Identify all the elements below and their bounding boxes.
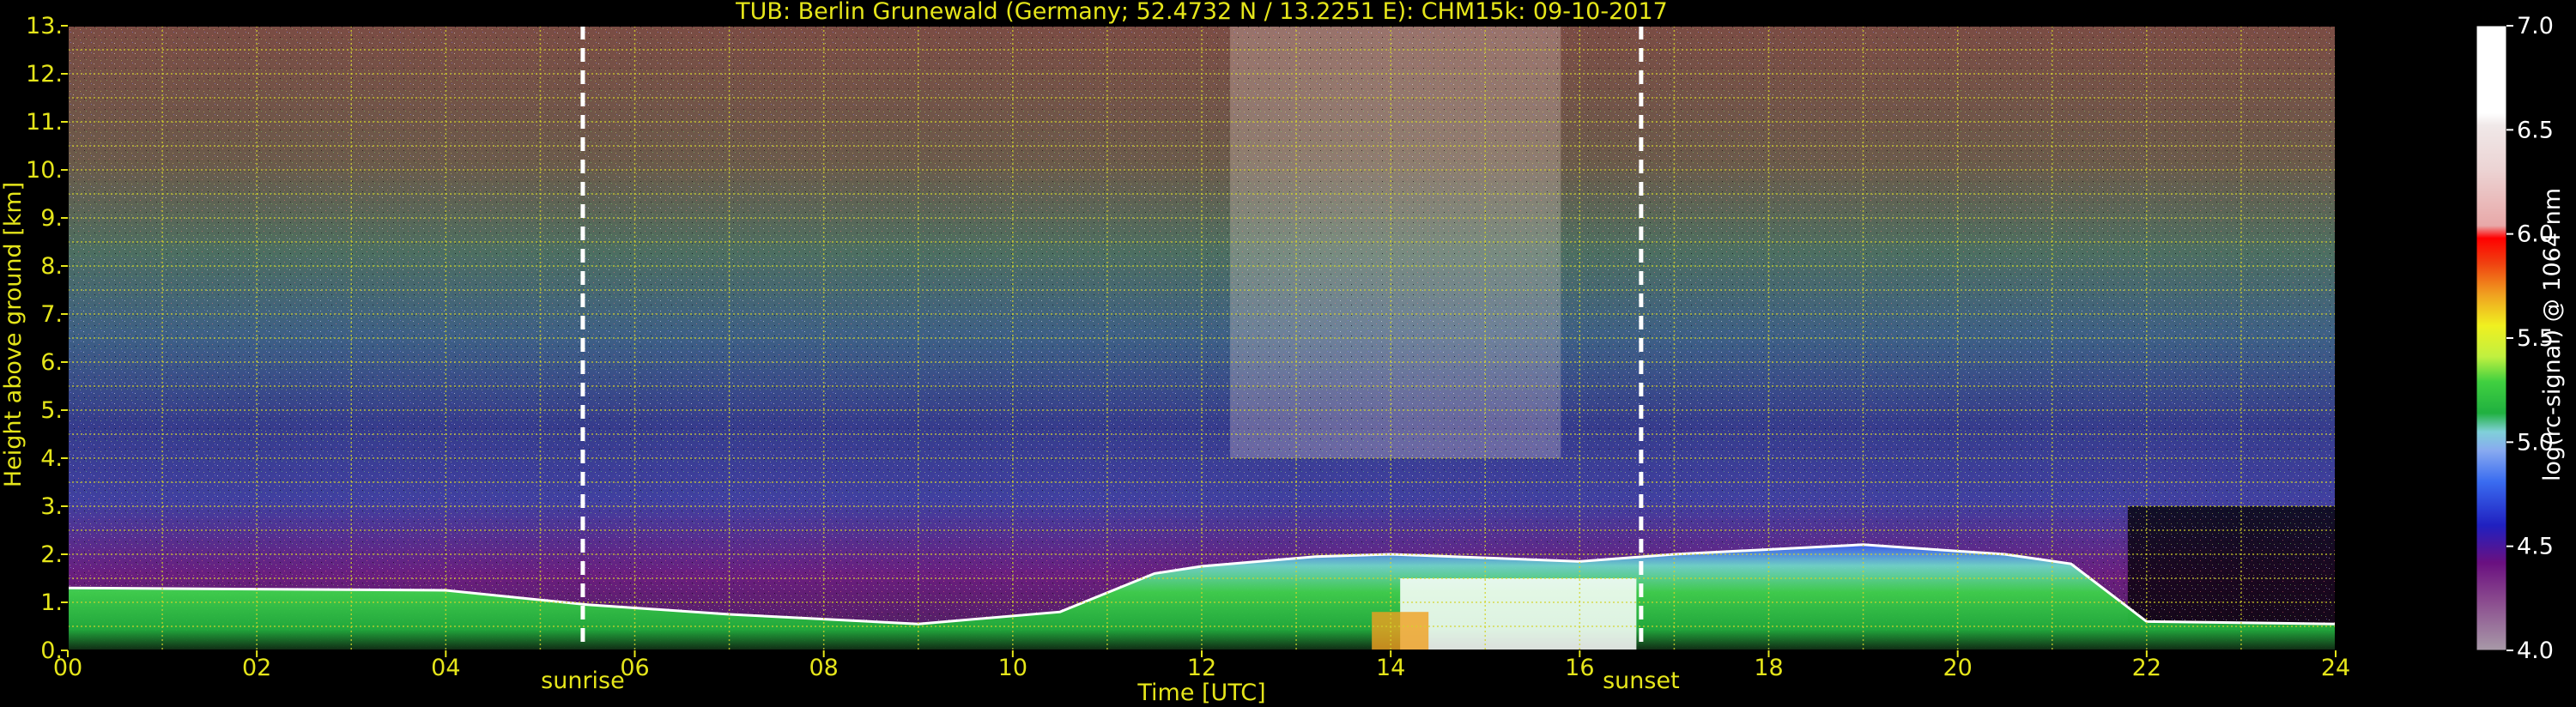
x-tick-label: 08 [809, 655, 838, 681]
event-label-sunrise: sunrise [541, 668, 625, 694]
colorbar-gradient [2476, 26, 2506, 650]
chart-title: TUB: Berlin Grunewald (Germany; 52.4732 … [735, 0, 1668, 25]
y-tick-label: 4. [40, 445, 63, 472]
x-tick-label: 02 [242, 655, 271, 681]
colorbar-tick-label: 4.5 [2517, 534, 2554, 560]
lidar-chart: sunrise sunset 00 02 04 06 08 10 12 14 16 18 20 22 24… [0, 0, 2566, 706]
x-tick-label: 06 [620, 655, 649, 681]
y-tick-label: 11. [26, 109, 63, 136]
x-tick-label: 10 [998, 655, 1027, 681]
y-tick-label: 9. [40, 205, 63, 232]
colorbar-tick-label: 7.0 [2517, 13, 2554, 39]
colorbar-tick-label: 6.5 [2517, 117, 2554, 143]
y-tick-label: 0. [40, 638, 63, 664]
x-tick-label: 04 [431, 655, 460, 681]
y-tick-label: 5. [40, 397, 63, 424]
y-tick-label: 6. [40, 349, 63, 376]
afternoon-cloud-signal [1400, 578, 1637, 650]
aerosol-hotspot [1372, 612, 1429, 650]
colorbar-label: log(rc-signal) @ 1064 nm [2539, 188, 2566, 481]
colorbar-tick-label: 4.0 [2517, 638, 2554, 664]
event-label-sunset: sunset [1603, 668, 1680, 694]
y-tick-label: 13. [26, 13, 63, 39]
y-tick-label: 3. [40, 493, 63, 520]
x-tick-label: 16 [1565, 655, 1594, 681]
y-tick-label: 10. [26, 157, 63, 184]
x-tick-label: 18 [1754, 655, 1783, 681]
y-tick-label: 2. [40, 541, 63, 568]
y-axis-label: Height above ground [km] [0, 182, 27, 487]
x-tick-label: 24 [2321, 655, 2350, 681]
x-tick-label: 14 [1376, 655, 1405, 681]
y-tick-label: 12. [26, 61, 63, 88]
y-tick-label: 8. [40, 253, 63, 280]
x-tick-label: 22 [2132, 655, 2161, 681]
y-tick-label: 7. [40, 301, 63, 328]
y-tick-label: 1. [40, 589, 63, 616]
x-axis-label: Time [UTC] [1136, 680, 1265, 706]
x-tick-label: 12 [1187, 655, 1216, 681]
x-tick-label: 20 [1943, 655, 1972, 681]
